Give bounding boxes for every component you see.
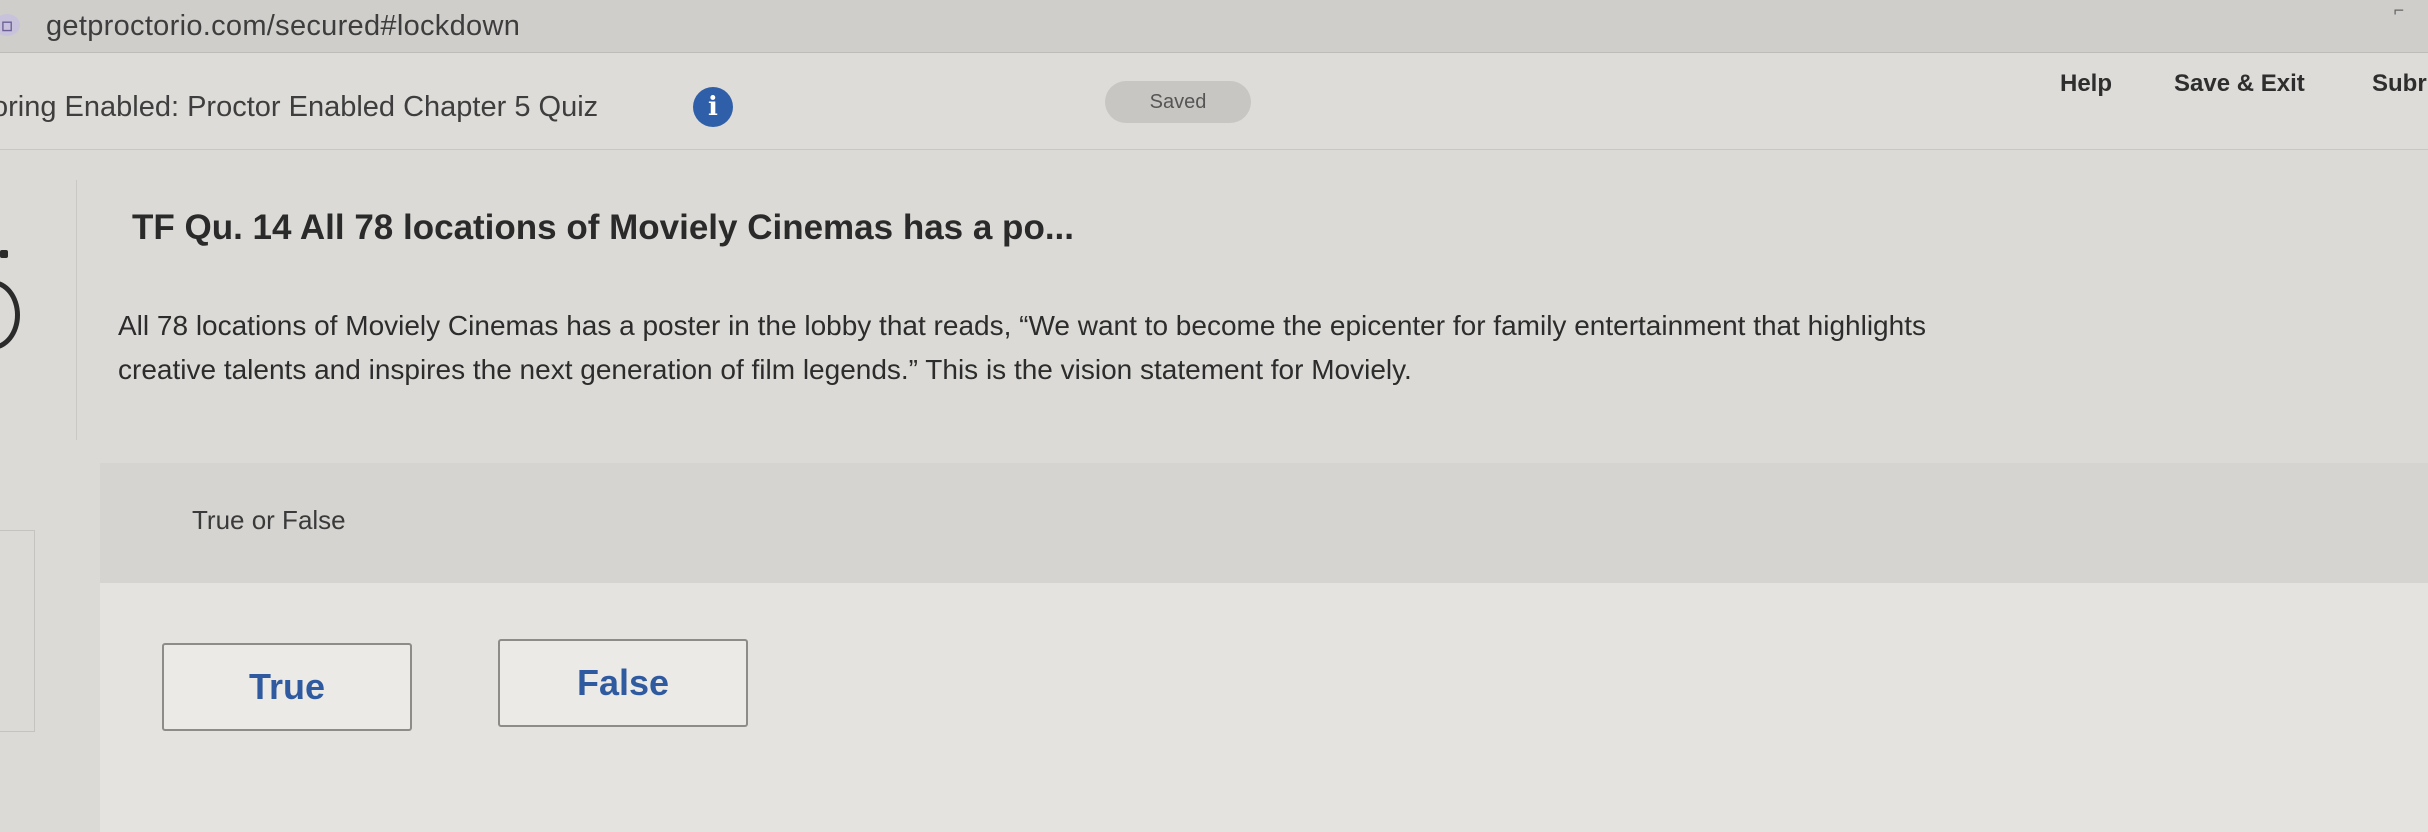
answer-panel: True or False True False (100, 463, 2428, 832)
submit-link[interactable]: Subr (2372, 70, 2427, 98)
proctorio-extension-icon[interactable]: ◻ (0, 14, 20, 36)
true-button[interactable]: True (162, 643, 412, 731)
quiz-title: oring Enabled: Proctor Enabled Chapter 5… (0, 91, 599, 123)
window-control-icon[interactable]: ⌐ (2393, 0, 2404, 21)
side-panel-edge (0, 530, 35, 732)
question-nav-edge (0, 180, 77, 440)
browser-address-bar: ◻ getproctorio.com/secured#lockdown ⌐ (0, 0, 2428, 53)
info-icon[interactable]: i (693, 87, 733, 127)
saved-status-badge: Saved (1105, 81, 1251, 123)
save-exit-link[interactable]: Save & Exit (2174, 70, 2305, 98)
answer-prompt: True or False (192, 505, 346, 535)
question-text-line-2: creative talents and inspires the next g… (118, 354, 1412, 385)
url-text[interactable]: getproctorio.com/secured#lockdown (46, 10, 520, 43)
nav-marker-icon (0, 250, 8, 258)
progress-ring-icon[interactable] (0, 280, 20, 350)
help-link[interactable]: Help (2060, 70, 2112, 98)
question-text: All 78 locations of Moviely Cinemas has … (118, 304, 2318, 392)
question-heading: TF Qu. 14 All 78 locations of Moviely Ci… (132, 208, 1074, 247)
false-button[interactable]: False (498, 639, 748, 727)
question-text-line-1: All 78 locations of Moviely Cinemas has … (118, 310, 1926, 341)
quiz-header: oring Enabled: Proctor Enabled Chapter 5… (0, 53, 2428, 150)
question-content: TF Qu. 14 All 78 locations of Moviely Ci… (0, 150, 2428, 832)
answer-prompt-band: True or False (100, 463, 2428, 583)
